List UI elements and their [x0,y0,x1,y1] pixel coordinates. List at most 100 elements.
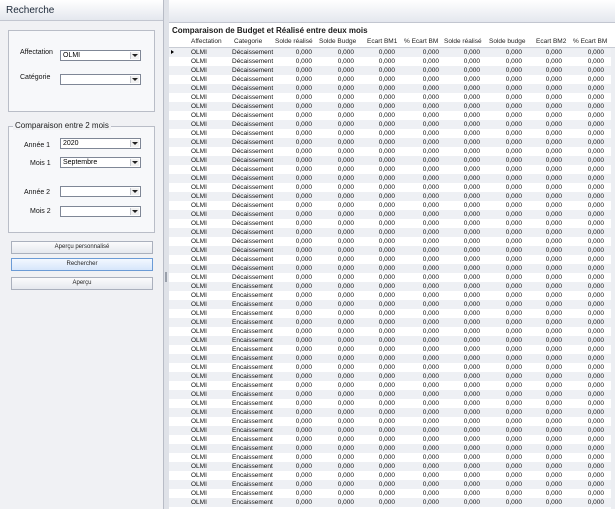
table-row[interactable]: OLMI Encaissement 0,000 0,000 0,000 0,000 0,00… [169,372,615,381]
cell-value: 0,000 [587,364,604,371]
rechercher-button[interactable]: Rechercher [11,258,153,271]
table-row[interactable]: OLMI Décaissement 0,000 0,000 0,000 0,000 0,00… [169,57,615,66]
table-row[interactable]: OLMI Encaissement 0,000 0,000 0,000 0,000 0,00… [169,345,615,354]
cell-value: 0,000 [463,229,480,236]
table-row[interactable]: OLMI Décaissement 0,000 0,000 0,000 0,000 0,00… [169,93,615,102]
table-row[interactable]: OLMI Encaissement 0,000 0,000 0,000 0,000 0,00… [169,309,615,318]
table-row[interactable]: OLMI Encaissement 0,000 0,000 0,000 0,000 0,00… [169,354,615,363]
cell-value: 0,000 [463,499,480,506]
annee1-select[interactable]: 2020 [60,138,141,149]
table-row[interactable]: OLMI Décaissement 0,000 0,000 0,000 0,000 0,00… [169,183,615,192]
cell-value: 0,000 [587,139,604,146]
cell-affectation: OLMI [191,319,207,326]
table-row[interactable]: OLMI Encaissement 0,000 0,000 0,000 0,000 0,00… [169,435,615,444]
cell-value: 0,000 [422,355,439,362]
chevron-down-icon[interactable] [130,140,139,147]
column-header[interactable]: % Ecart BM [404,38,438,45]
column-header[interactable]: Solde réalisé [275,38,313,45]
cell-categorie: Encaissement [232,292,273,299]
column-header[interactable]: Solde Budge [319,38,356,45]
table-row[interactable]: OLMI Décaissement 0,000 0,000 0,000 0,000 0,00… [169,255,615,264]
table-row[interactable]: OLMI Décaissement 0,000 0,000 0,000 0,000 0,00… [169,228,615,237]
table-row[interactable]: OLMI Décaissement 0,000 0,000 0,000 0,000 0,00… [169,48,615,57]
column-header[interactable]: Solde réalisé [444,38,482,45]
table-row[interactable]: OLMI Encaissement 0,000 0,000 0,000 0,000 0,00… [169,390,615,399]
table-row[interactable]: OLMI Décaissement 0,000 0,000 0,000 0,000 0,00… [169,174,615,183]
affectation-select[interactable]: OLMI [60,50,141,61]
chevron-down-icon[interactable] [130,188,139,195]
table-row[interactable]: OLMI Décaissement 0,000 0,000 0,000 0,000 0,00… [169,129,615,138]
cell-value: 0,000 [295,130,312,137]
cell-value: 0,000 [587,427,604,434]
chevron-down-icon[interactable] [130,159,139,166]
table-row[interactable]: OLMI Encaissement 0,000 0,000 0,000 0,000 0,00… [169,480,615,489]
table-row[interactable]: OLMI Décaissement 0,000 0,000 0,000 0,000 0,00… [169,192,615,201]
chevron-down-icon[interactable] [130,76,139,83]
table-row[interactable]: OLMI Encaissement 0,000 0,000 0,000 0,000 0,00… [169,444,615,453]
column-header[interactable]: Categorie [234,38,262,45]
cell-value: 0,000 [337,445,354,452]
table-row[interactable]: OLMI Décaissement 0,000 0,000 0,000 0,000 0,00… [169,156,615,165]
table-row[interactable]: OLMI Encaissement 0,000 0,000 0,000 0,000 0,00… [169,318,615,327]
column-header[interactable]: Ecart BM2 [536,38,566,45]
table-row[interactable]: OLMI Décaissement 0,000 0,000 0,000 0,000 0,00… [169,201,615,210]
table-row[interactable]: OLMI Encaissement 0,000 0,000 0,000 0,000 0,00… [169,426,615,435]
column-header[interactable]: Solde budge [489,38,526,45]
table-row[interactable]: OLMI Encaissement 0,000 0,000 0,000 0,000 0,00… [169,462,615,471]
grid-scrollbar[interactable] [611,48,615,509]
table-row[interactable]: OLMI Encaissement 0,000 0,000 0,000 0,000 0,00… [169,327,615,336]
cell-value: 0,000 [463,310,480,317]
table-row[interactable]: OLMI Décaissement 0,000 0,000 0,000 0,000 0,00… [169,75,615,84]
table-row[interactable]: OLMI Encaissement 0,000 0,000 0,000 0,000 0,00… [169,489,615,498]
table-row[interactable]: OLMI Encaissement 0,000 0,000 0,000 0,000 0,00… [169,471,615,480]
cell-value: 0,000 [295,283,312,290]
table-row[interactable]: OLMI Décaissement 0,000 0,000 0,000 0,000 0,00… [169,120,615,129]
cell-value: 0,000 [422,310,439,317]
cell-affectation: OLMI [191,85,207,92]
cell-value: 0,000 [587,436,604,443]
table-row[interactable]: OLMI Décaissement 0,000 0,000 0,000 0,000 0,00… [169,237,615,246]
cell-value: 0,000 [422,211,439,218]
column-header[interactable]: Ecart BM1 [367,38,397,45]
annee1-value: 2020 [63,140,79,147]
table-row[interactable]: OLMI Encaissement 0,000 0,000 0,000 0,000 0,00… [169,363,615,372]
cell-value: 0,000 [422,463,439,470]
table-row[interactable]: OLMI Décaissement 0,000 0,000 0,000 0,000 0,00… [169,219,615,228]
cell-categorie: Décaissement [232,139,274,146]
table-row[interactable]: OLMI Décaissement 0,000 0,000 0,000 0,000 0,00… [169,165,615,174]
annee2-select[interactable] [60,186,141,197]
table-row[interactable]: OLMI Encaissement 0,000 0,000 0,000 0,000 0,00… [169,336,615,345]
apercu-personnalise-button[interactable]: Aperçu personnalisé [11,241,153,254]
table-row[interactable]: OLMI Décaissement 0,000 0,000 0,000 0,000 0,00… [169,102,615,111]
table-row[interactable]: OLMI Encaissement 0,000 0,000 0,000 0,000 0,00… [169,417,615,426]
table-row[interactable]: OLMI Décaissement 0,000 0,000 0,000 0,000 0,00… [169,138,615,147]
cell-value: 0,000 [587,373,604,380]
column-header[interactable]: % Ecart BM [573,38,607,45]
table-row[interactable]: OLMI Encaissement 0,000 0,000 0,000 0,000 0,00… [169,498,615,507]
mois1-select[interactable]: Septembre [60,157,141,168]
table-row[interactable]: OLMI Encaissement 0,000 0,000 0,000 0,000 0,00… [169,408,615,417]
table-row[interactable]: OLMI Encaissement 0,000 0,000 0,000 0,000 0,00… [169,282,615,291]
table-row[interactable]: OLMI Encaissement 0,000 0,000 0,000 0,000 0,00… [169,300,615,309]
splitter-grip-icon[interactable] [165,272,167,282]
categorie-select[interactable] [60,74,141,85]
table-row[interactable]: OLMI Décaissement 0,000 0,000 0,000 0,000 0,00… [169,147,615,156]
table-row[interactable]: OLMI Encaissement 0,000 0,000 0,000 0,000 0,00… [169,291,615,300]
mois2-select[interactable] [60,206,141,217]
table-row[interactable]: OLMI Décaissement 0,000 0,000 0,000 0,000 0,00… [169,246,615,255]
table-row[interactable]: OLMI Encaissement 0,000 0,000 0,000 0,000 0,00… [169,399,615,408]
table-row[interactable]: OLMI Encaissement 0,000 0,000 0,000 0,000 0,00… [169,453,615,462]
cell-value: 0,000 [295,346,312,353]
cell-value: 0,000 [295,391,312,398]
table-row[interactable]: OLMI Décaissement 0,000 0,000 0,000 0,000 0,00… [169,84,615,93]
table-row[interactable]: OLMI Décaissement 0,000 0,000 0,000 0,000 0,00… [169,111,615,120]
column-header[interactable]: Affectation [191,38,222,45]
table-row[interactable]: OLMI Décaissement 0,000 0,000 0,000 0,000 0,00… [169,210,615,219]
chevron-down-icon[interactable] [130,52,139,59]
apercu-button[interactable]: Aperçu [11,277,153,290]
table-row[interactable]: OLMI Encaissement 0,000 0,000 0,000 0,000 0,00… [169,381,615,390]
table-row[interactable]: OLMI Décaissement 0,000 0,000 0,000 0,000 0,00… [169,273,615,282]
table-row[interactable]: OLMI Décaissement 0,000 0,000 0,000 0,000 0,00… [169,264,615,273]
table-row[interactable]: OLMI Décaissement 0,000 0,000 0,000 0,000 0,00… [169,66,615,75]
chevron-down-icon[interactable] [130,208,139,215]
